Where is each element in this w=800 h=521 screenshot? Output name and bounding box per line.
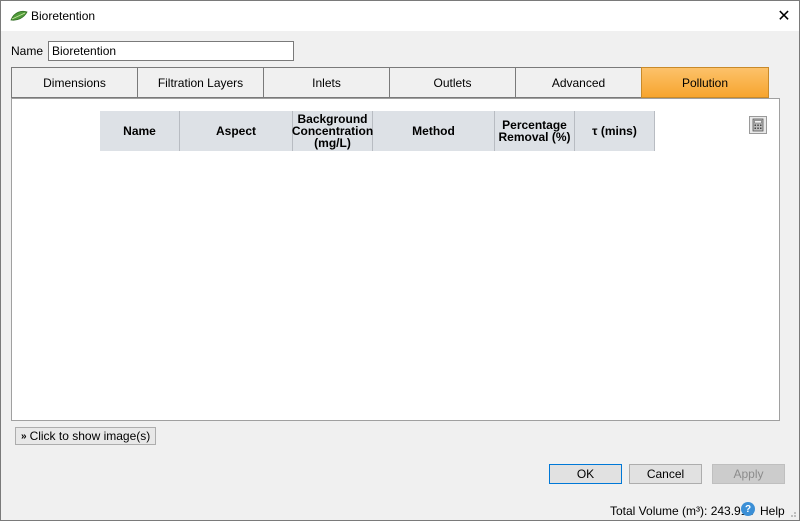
title-bar: Bioretention ✕ <box>1 1 799 31</box>
tab-advanced[interactable]: Advanced <box>515 67 641 98</box>
close-button[interactable]: ✕ <box>769 1 799 31</box>
show-images-button[interactable]: » Click to show image(s) <box>15 427 157 445</box>
help-icon[interactable]: ? <box>741 502 755 516</box>
calculator-button[interactable] <box>749 116 767 134</box>
window-title: Bioretention <box>31 9 96 23</box>
column-header-aspect[interactable]: Aspect <box>180 111 293 151</box>
column-header-name[interactable]: Name <box>100 111 180 151</box>
apply-button[interactable]: Apply <box>712 464 785 484</box>
pollution-table-header: Name Aspect Background Concentration (mg… <box>100 111 655 151</box>
ok-button[interactable]: OK <box>549 464 622 484</box>
tab-filtration-layers[interactable]: Filtration Layers <box>137 67 263 98</box>
dialog-window: Bioretention ✕ Name Bioretention Dimensi… <box>0 0 800 521</box>
double-chevron-down-icon: » <box>21 430 27 442</box>
tab-pollution[interactable]: Pollution <box>641 67 769 98</box>
close-icon: ✕ <box>777 8 791 25</box>
tab-strip: Dimensions Filtration Layers Inlets Outl… <box>11 67 769 98</box>
resize-grip-icon[interactable] <box>787 508 797 518</box>
name-label: Name <box>11 44 44 58</box>
column-header-method[interactable]: Method <box>373 111 495 151</box>
tab-outlets[interactable]: Outlets <box>389 67 515 98</box>
show-images-label: Click to show image(s) <box>29 429 151 443</box>
calculator-icon <box>752 118 764 132</box>
leaf-icon <box>10 10 28 21</box>
help-link[interactable]: Help <box>760 504 785 518</box>
column-header-tau[interactable]: τ (mins) <box>575 111 655 151</box>
total-volume-text: Total Volume (m³): 243.911 <box>610 504 754 518</box>
tab-inlets[interactable]: Inlets <box>263 67 389 98</box>
tab-dimensions[interactable]: Dimensions <box>11 67 137 98</box>
cancel-button[interactable]: Cancel <box>629 464 702 484</box>
column-header-background-concentration[interactable]: Background Concentration (mg/L) <box>292 111 373 151</box>
column-header-percentage-removal[interactable]: Percentage Removal (%) <box>495 111 575 151</box>
pollution-panel: Name Aspect Background Concentration (mg… <box>11 98 780 421</box>
name-input[interactable]: Bioretention <box>48 41 294 61</box>
